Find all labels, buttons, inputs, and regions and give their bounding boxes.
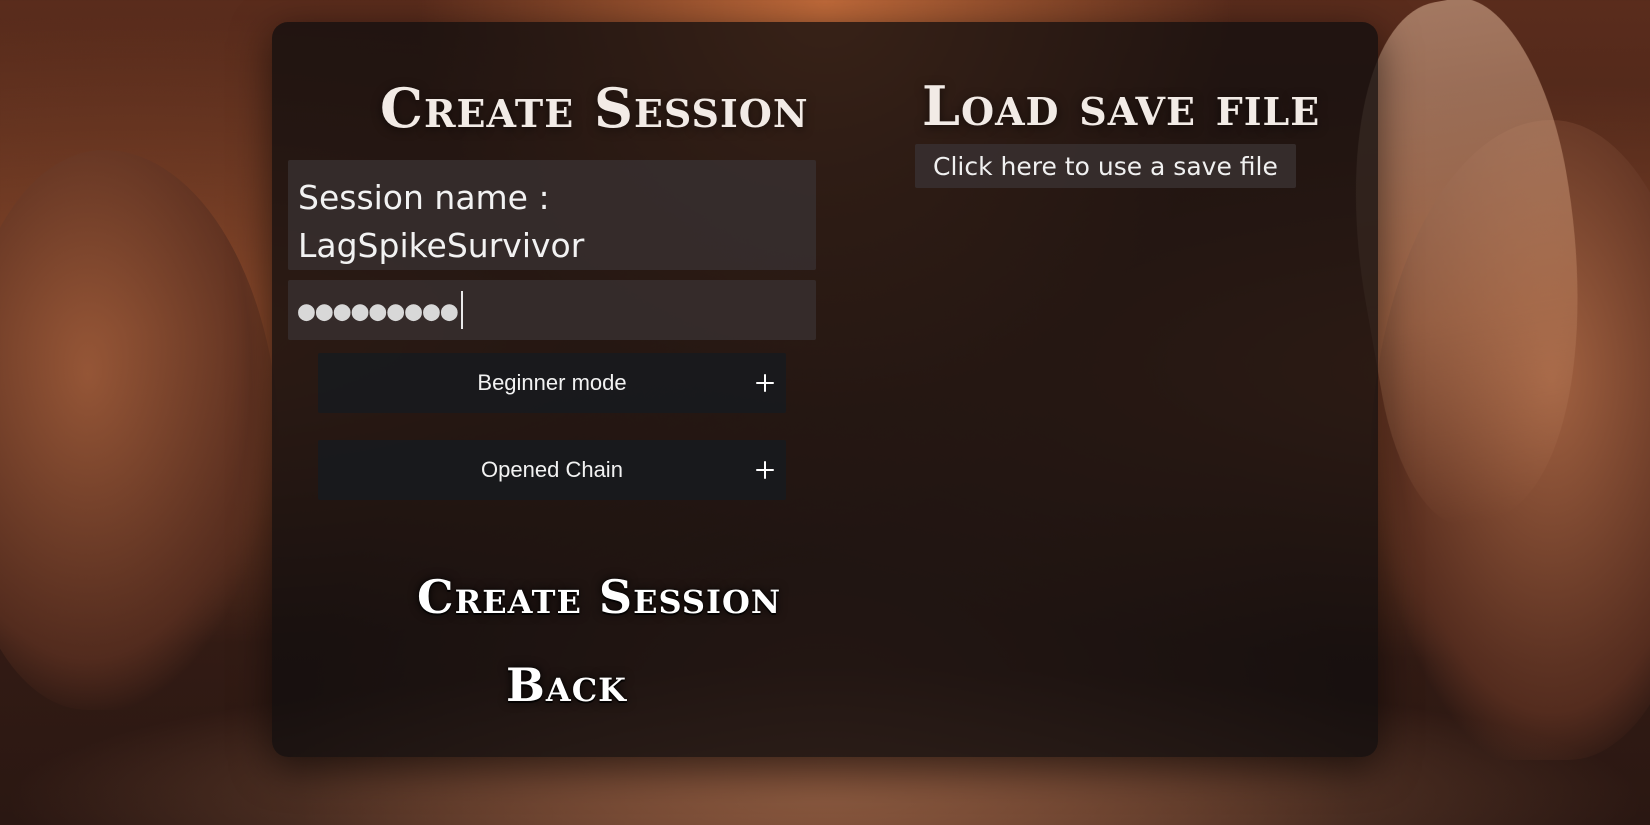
session-name-field[interactable]: Session name : LagSpikeSurvivor: [288, 160, 816, 270]
session-panel: Create Session Session name : LagSpikeSu…: [272, 22, 1378, 757]
opened-chain-label: Opened Chain: [481, 457, 623, 482]
beginner-mode-button[interactable]: Beginner mode: [318, 353, 786, 413]
use-save-file-button[interactable]: Click here to use a save file: [915, 144, 1296, 188]
use-save-file-label: Click here to use a save file: [933, 151, 1278, 181]
session-name-value: LagSpikeSurvivor: [298, 225, 585, 265]
back-button[interactable]: Back: [506, 658, 627, 712]
plus-icon: [756, 461, 774, 479]
text-caret: [460, 291, 463, 329]
load-save-file-title: Load save file: [922, 74, 1321, 138]
opened-chain-button[interactable]: Opened Chain: [318, 440, 786, 500]
plus-icon: [756, 374, 774, 392]
password-field[interactable]: ●●●●●●●●●: [288, 280, 816, 340]
create-session-title: Create Session: [380, 76, 809, 140]
session-name-label: Session name :: [298, 178, 550, 217]
beginner-mode-label: Beginner mode: [477, 370, 627, 395]
cave-rock-right: [1370, 120, 1650, 760]
password-mask: ●●●●●●●●●: [298, 293, 459, 327]
cave-rock-left: [0, 150, 280, 710]
create-session-button[interactable]: Create Session: [417, 570, 781, 624]
